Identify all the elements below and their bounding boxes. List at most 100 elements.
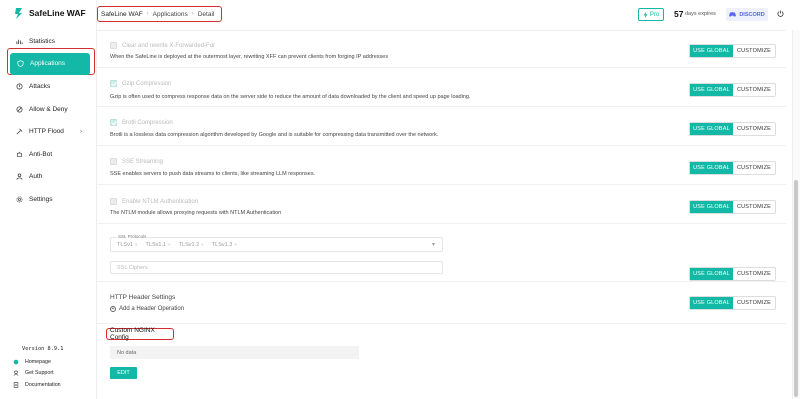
sidebar-item-label: Applications [30, 60, 66, 68]
use-global-button[interactable]: USE GLOBAL [690, 162, 733, 174]
sidebar-item-allow-deny[interactable]: Allow & Deny [9, 98, 91, 121]
sidebar-item-label: Anti-Bot [29, 150, 53, 158]
ssl-tag-label: TLSv1.2 [178, 242, 200, 248]
sidebar-item-label: Auth [29, 173, 43, 181]
use-global-button[interactable]: USE GLOBAL [690, 268, 733, 280]
no-data-text: No data [117, 349, 137, 356]
gear-icon [16, 196, 23, 203]
get-support-link[interactable]: Get Support [13, 368, 61, 380]
discord-button[interactable]: DISCORD [726, 8, 768, 21]
ssl-protocol-tag: TLSv1.2 × [179, 242, 204, 248]
ssl-tag-label: TLSv1 [117, 242, 133, 248]
option-label: Enable NTLM Authentication [122, 199, 199, 205]
homepage-label: Homepage [25, 358, 51, 365]
person-icon [16, 173, 23, 181]
http-header-title: HTTP Header Settings [110, 294, 176, 301]
discord-icon [729, 12, 737, 17]
use-global-button[interactable]: USE GLOBAL [690, 201, 733, 213]
xff-checkbox[interactable] [110, 42, 117, 49]
documentation-link[interactable]: Documentation [13, 379, 61, 391]
customize-button[interactable]: CUSTOMIZE [733, 45, 775, 57]
ssl-protocol-tag: TLSv1.3 × [212, 242, 237, 248]
use-global-button[interactable]: USE GLOBAL [690, 123, 733, 135]
option-row-brotli: Brotli Compression Brotli is a lossless … [97, 107, 786, 146]
safeline-logo-icon [15, 7, 22, 19]
customize-button[interactable]: CUSTOMIZE [733, 84, 775, 96]
brotli-checkbox[interactable] [110, 119, 117, 126]
ssl-tag-label: TLSv1.1 [145, 242, 167, 248]
shield-icon [17, 60, 24, 68]
sidebar-item-anti-bot[interactable]: Anti-Bot [9, 143, 91, 166]
nginx-config-empty: No data [110, 346, 359, 359]
http-header-row [97, 282, 786, 324]
nginx-config-title-text: Custom NGINX Config [110, 327, 155, 341]
breadcrumb-section[interactable]: Applications [153, 11, 188, 18]
customize-button[interactable]: CUSTOMIZE [733, 201, 775, 213]
gzip-checkbox[interactable] [110, 80, 117, 87]
breadcrumb-page: Detail [197, 10, 215, 18]
ssl-ciphers-input[interactable]: SSL Ciphers [110, 261, 443, 274]
sidebar-item-label: Attacks [29, 82, 51, 90]
top-header: SafeLine WAF › Applications › Detail Pro… [97, 0, 800, 30]
option-description: SSE enables servers to push data streams… [110, 171, 316, 177]
sse-checkbox[interactable] [110, 158, 117, 165]
customize-button[interactable]: CUSTOMIZE [733, 297, 775, 309]
get-support-label: Get Support [25, 370, 54, 377]
breadcrumb-separator-icon: › [191, 11, 194, 17]
documentation-label: Documentation [25, 381, 61, 388]
use-global-button[interactable]: USE GLOBAL [690, 84, 733, 96]
support-icon [13, 370, 19, 376]
nginx-config-title: Custom NGINX Config [106, 327, 174, 341]
sidebar-item-http-flood[interactable]: HTTP Flood › [9, 120, 91, 143]
sidebar: SafeLine WAF Statistics Applications Att… [0, 0, 97, 399]
plus-circle-icon: + [110, 305, 116, 312]
bot-icon [16, 151, 23, 158]
sidebar-item-settings[interactable]: Settings [9, 188, 91, 211]
homepage-link[interactable]: Homepage [13, 356, 61, 368]
option-description: Gzip is often used to compress response … [110, 94, 471, 100]
days-count: 57 [674, 9, 684, 19]
scrollbar-thumb[interactable] [794, 180, 798, 397]
customize-button[interactable]: CUSTOMIZE [733, 123, 775, 135]
edit-button[interactable]: EDIT [110, 367, 137, 379]
app-detail-content: Clear and rewrite X-Forwarded-For When t… [97, 30, 786, 399]
option-label: Gzip Compression [122, 81, 172, 87]
customize-button[interactable]: CUSTOMIZE [733, 268, 775, 280]
use-global-button[interactable]: USE GLOBAL [690, 297, 733, 309]
mode-toggle: USE GLOBAL CUSTOMIZE [689, 161, 776, 175]
sidebar-item-applications[interactable]: Applications [10, 52, 90, 76]
pro-bolt-icon [643, 11, 648, 18]
remove-tag-icon[interactable]: × [168, 242, 171, 247]
option-label: Brotli Compression [122, 120, 173, 126]
breadcrumb: SafeLine WAF › Applications › Detail [97, 6, 222, 22]
days-label: days expires [685, 11, 716, 17]
discord-label: DISCORD [739, 11, 765, 18]
bar-chart-icon [16, 38, 23, 45]
remove-tag-icon[interactable]: × [135, 242, 138, 247]
sidebar-item-label: Settings [29, 195, 53, 203]
ntlm-checkbox[interactable] [110, 198, 117, 205]
sidebar-item-statistics[interactable]: Statistics [9, 30, 91, 53]
breadcrumb-root[interactable]: SafeLine WAF [101, 11, 143, 18]
ssl-tag-label: TLSv1.3 [211, 242, 233, 248]
app-logo[interactable]: SafeLine WAF [14, 6, 86, 20]
logout-icon[interactable] [777, 10, 784, 17]
option-description: Brotli is a lossless data compression al… [110, 132, 439, 138]
sidebar-item-auth[interactable]: Auth [9, 166, 91, 189]
sidebar-item-attacks[interactable]: Attacks [9, 75, 91, 98]
mode-toggle: USE GLOBAL CUSTOMIZE [689, 122, 776, 136]
remove-tag-icon[interactable]: × [234, 242, 237, 247]
option-description: The NTLM module allows proxying requests… [110, 210, 282, 216]
use-global-button[interactable]: USE GLOBAL [690, 45, 733, 57]
option-row-xff: Clear and rewrite X-Forwarded-For When t… [97, 31, 786, 68]
sidebar-item-label: Allow & Deny [29, 105, 68, 113]
option-row-gzip: Gzip Compression Gzip is often used to c… [97, 68, 786, 107]
ssl-protocols-label: SSL Protocols [117, 234, 148, 239]
remove-tag-icon[interactable]: × [201, 242, 204, 247]
mode-toggle: USE GLOBAL CUSTOMIZE [689, 296, 776, 310]
add-header-operation-button[interactable]: + Add a Header Operation [110, 306, 184, 312]
customize-button[interactable]: CUSTOMIZE [733, 162, 775, 174]
dropdown-arrow-icon: ▼ [431, 242, 436, 248]
pro-badge[interactable]: Pro [638, 8, 664, 21]
ssl-protocols-select[interactable]: SSL Protocols TLSv1 × TLSv1.1 × TLSv1.2 × T… [110, 234, 443, 252]
